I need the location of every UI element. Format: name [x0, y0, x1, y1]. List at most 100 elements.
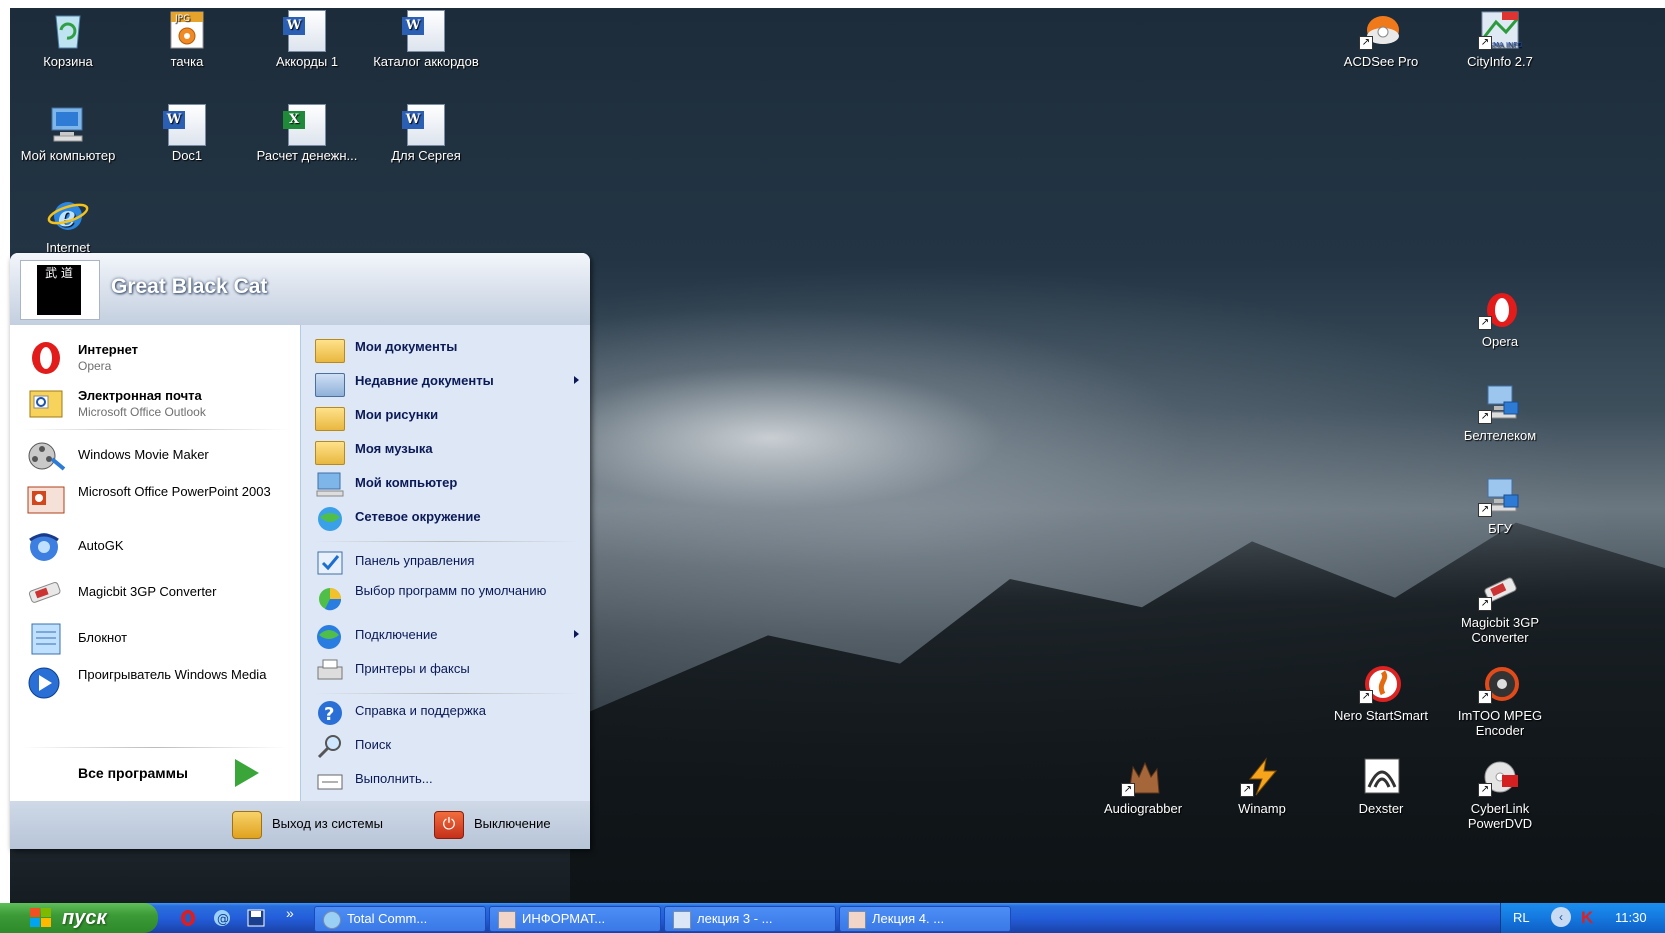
total-commander-icon [323, 911, 341, 929]
desktop-icon-katalog[interactable]: W Каталог аккордов [370, 10, 482, 69]
desktop-icon-my-computer[interactable]: Мой компьютер [12, 104, 124, 163]
jpg-badge: JPG [174, 14, 190, 24]
recent-item-media-player[interactable]: Проигрыватель Windows Media [22, 662, 292, 702]
start-button[interactable]: пуск [0, 903, 158, 933]
place-my-pictures[interactable]: Мои рисунки [313, 401, 583, 433]
cityinfo-icon: ESMA INFO ↗ [1478, 10, 1523, 50]
desktop-icon-beltelecom[interactable]: ↗ Белтелеком [1444, 384, 1556, 443]
help-support[interactable]: ? Справка и поддержка [313, 697, 583, 729]
quick-launch-more[interactable]: » [286, 905, 294, 921]
shortcut-arrow-icon: ↗ [1478, 783, 1492, 797]
system-connect[interactable]: Подключение [313, 621, 583, 653]
desktop-icon-doc1[interactable]: W Doc1 [131, 104, 243, 163]
task-label: Лекция 4. ... [872, 911, 945, 926]
desktop-icon-imtoo[interactable]: ↗ ImTOO MPEG Encoder [1444, 664, 1556, 738]
desktop-icon-raschet[interactable]: X Расчет денежн... [251, 104, 363, 163]
desktop-icon-label: Аккорды 1 [275, 54, 339, 69]
opera-quicklaunch-icon[interactable] [178, 909, 198, 927]
network-computer-icon: ↗ [1478, 384, 1522, 424]
place-recent-documents[interactable]: Недавние документы [313, 367, 583, 399]
start-label: пуск [62, 907, 107, 929]
logoff-button[interactable]: Выход из системы [232, 809, 422, 839]
separator [22, 429, 288, 430]
system-printers[interactable]: Принтеры и факсы [313, 655, 583, 687]
desktop-icon-label: Dexster [1358, 801, 1404, 816]
all-programs-button[interactable]: Все программы [70, 753, 270, 793]
pinned-item-email[interactable]: Электронная почта Microsoft Office Outlo… [22, 383, 292, 423]
pinned-item-internet[interactable]: Интернет Opera [22, 337, 292, 377]
outlook-quicklaunch-icon[interactable]: @ [212, 909, 232, 927]
place-my-documents[interactable]: Мои документы [313, 333, 583, 365]
desktop-icon-tachka[interactable]: JPG тачка [131, 10, 243, 69]
desktop-icon-label: Nero StartSmart [1334, 708, 1428, 723]
desktop-icon-audiograbber[interactable]: ↗ Audiograbber [1087, 757, 1199, 816]
magicbit-icon [24, 576, 68, 610]
word-document-icon: W [402, 104, 448, 146]
help-run[interactable]: Выполнить... [313, 765, 583, 797]
desktop-icon-label: Каталог аккордов [373, 54, 479, 69]
excel-document-icon: X [283, 104, 329, 146]
desktop-icon-internet[interactable]: e Internet [12, 196, 124, 255]
desktop-icon-opera[interactable]: ↗ Opera [1444, 290, 1556, 349]
language-indicator[interactable]: RL [1513, 910, 1530, 925]
desktop-icon-bgu[interactable]: ↗ БГУ [1444, 477, 1556, 536]
system-title: Принтеры и факсы [355, 661, 470, 676]
desktop-icon-dlya-sergeya[interactable]: W Для Сергея [370, 104, 482, 163]
desktop-icon-label: Мой компьютер [20, 148, 116, 163]
shutdown-button[interactable]: ⏻ Выключение [434, 809, 584, 839]
help-search[interactable]: Поиск [313, 731, 583, 763]
desktop-icon-nero[interactable]: ↗ Nero StartSmart [1325, 664, 1437, 723]
pinned-item-title: Электронная почта [78, 388, 202, 403]
opera-icon [24, 341, 68, 375]
avatar-calligraphy: 武 道 [37, 265, 81, 315]
separator [313, 693, 579, 694]
desktop-icon-winamp[interactable]: ↗ Winamp [1206, 757, 1318, 816]
network-computer-icon: ↗ [1478, 477, 1522, 517]
desktop-icon-magicbit[interactable]: ↗ Magicbit 3GP Converter [1444, 571, 1556, 645]
recent-item-title: Windows Movie Maker [78, 447, 209, 462]
powerpoint-icon [498, 911, 516, 929]
desktop-icon-recycle-bin[interactable]: Корзина [12, 10, 124, 69]
kaspersky-icon[interactable]: K [1581, 908, 1593, 928]
all-programs-label: Все программы [78, 765, 188, 781]
printers-icon [315, 657, 345, 685]
movie-maker-icon [24, 439, 68, 473]
place-my-computer[interactable]: Мой компьютер [313, 469, 583, 501]
recent-item-notepad[interactable]: Блокнот [22, 618, 292, 658]
shortcut-arrow-icon: ↗ [1359, 690, 1373, 704]
my-documents-icon [315, 335, 345, 363]
task-informat[interactable]: ИНФОРМАТ... [489, 906, 661, 932]
desktop-icon-cityinfo[interactable]: ESMA INFO ↗ CityInfo 2.7 [1444, 10, 1556, 69]
svg-text:?: ? [324, 704, 334, 725]
green-arrow-icon [235, 759, 259, 787]
recent-item-autogk[interactable]: AutoGK [22, 526, 292, 566]
place-title: Мои рисунки [355, 407, 439, 422]
word-document-icon: W [163, 104, 209, 146]
search-icon [315, 733, 345, 761]
desktop-icon-akkordy[interactable]: W Аккорды 1 [251, 10, 363, 69]
desktop-icon-label: Audiograbber [1103, 801, 1183, 816]
place-title: Недавние документы [355, 373, 494, 388]
recent-item-powerpoint[interactable]: Microsoft Office PowerPoint 2003 [22, 479, 292, 519]
desktop-icon-acdsee[interactable]: ↗ ACDSee Pro [1325, 10, 1437, 69]
avatar[interactable]: 武 道 [20, 260, 100, 320]
desktop-icon-powerdvd[interactable]: ↗ CyberLink PowerDVD [1444, 757, 1556, 831]
system-default-programs[interactable]: Выбор программ по умолчанию [313, 581, 583, 617]
system-control-panel[interactable]: Панель управления [313, 547, 583, 579]
place-my-music[interactable]: Моя музыка [313, 435, 583, 467]
recent-item-movie-maker[interactable]: Windows Movie Maker [22, 435, 292, 475]
user-name: Great Black Cat [111, 275, 268, 298]
tray-expand-icon[interactable]: ‹ [1551, 907, 1571, 927]
save-quicklaunch-icon[interactable] [246, 909, 266, 927]
help-title: Справка и поддержка [355, 703, 486, 718]
task-lekciya-3[interactable]: лекция 3 - ... [664, 906, 836, 932]
desktop-icon-label: тачка [170, 54, 204, 69]
separator [22, 747, 288, 748]
desktop-icon-dexster[interactable]: Dexster [1325, 757, 1437, 816]
desktop-icon-label: Для Сергея [391, 148, 461, 163]
recent-item-magicbit[interactable]: Magicbit 3GP Converter [22, 572, 292, 612]
powerpoint-icon [24, 483, 68, 517]
place-network[interactable]: Сетевое окружение [313, 503, 583, 535]
task-total-commander[interactable]: Total Comm... [314, 906, 486, 932]
task-lekciya-4[interactable]: Лекция 4. ... [839, 906, 1011, 932]
